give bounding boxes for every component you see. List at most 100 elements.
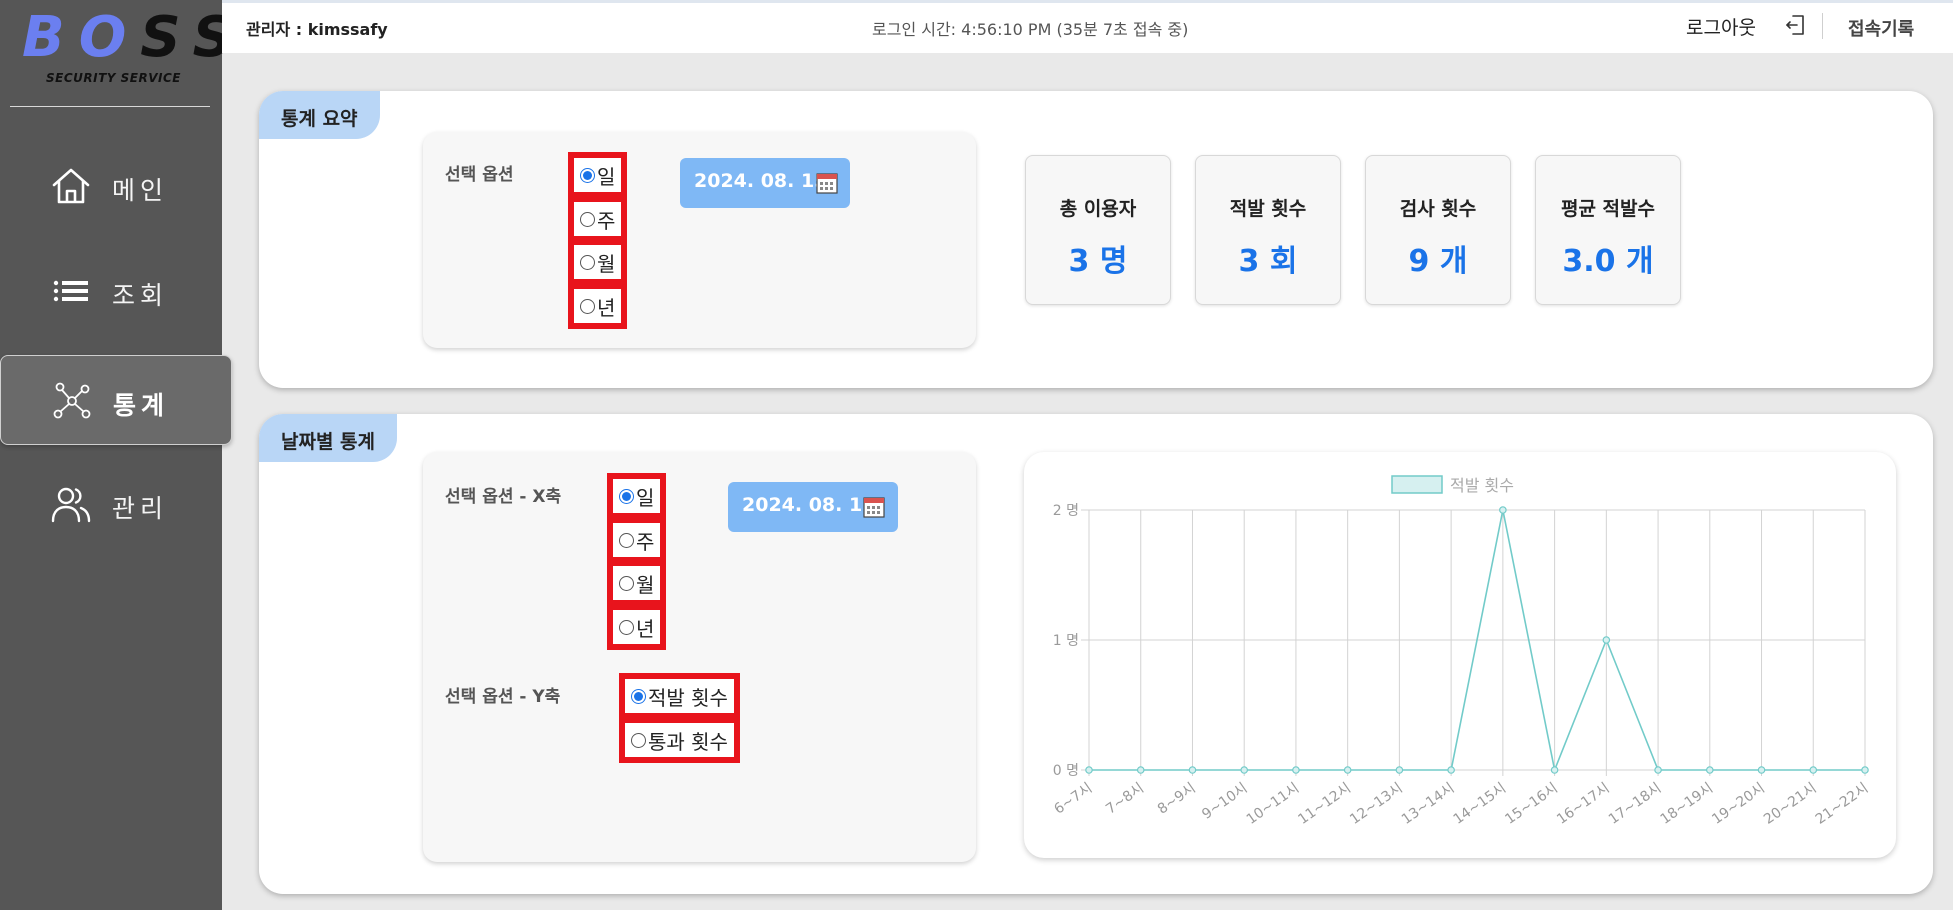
- x-tick-label: 14~15시: [1451, 780, 1510, 828]
- data-point: [1705, 766, 1714, 774]
- radio-month[interactable]: 월: [568, 239, 628, 285]
- logo-text: BOSS: [22, 5, 247, 70]
- sidebar-item-label: 통계: [113, 391, 170, 420]
- data-point: [1188, 766, 1197, 774]
- x-tick-label: 21~22시: [1813, 780, 1872, 828]
- logo[interactable]: BOSS SECURITY SERVICE: [0, 0, 233, 110]
- y-tick-label: 1 명: [1053, 633, 1079, 649]
- logo-subtitle: SECURITY SERVICE: [46, 71, 181, 85]
- x-tick-label: 11~12시: [1295, 780, 1354, 828]
- stat-total-users: 총 이용자 3 명: [1025, 155, 1171, 305]
- radio-dot: [580, 254, 595, 270]
- data-point: [1550, 766, 1559, 774]
- header-divider: [1822, 13, 1823, 39]
- stat-title: 평균 적발수: [1560, 198, 1655, 220]
- stat-value: 3.0 개: [1562, 244, 1654, 279]
- y-tick-label: 0 명: [1053, 763, 1079, 779]
- radio-dot: [631, 688, 646, 704]
- data-point: [1292, 766, 1300, 774]
- sidebar-item-label: 메인: [112, 176, 169, 205]
- radio-x-year[interactable]: 년: [607, 604, 667, 650]
- stat-average: 평균 적발수 3.0 개: [1535, 155, 1681, 305]
- list-icon: [53, 280, 88, 302]
- data-point: [1757, 766, 1766, 774]
- sidebar-item-search[interactable]: 조회: [0, 246, 222, 336]
- logout-icon[interactable]: [1784, 14, 1806, 36]
- radio-year[interactable]: 년: [568, 283, 628, 329]
- data-point: [1395, 766, 1404, 774]
- x-tick-label: 17~18시: [1606, 780, 1665, 828]
- daily-options-panel: 선택 옵션 - X축 일 주 월 년 2024. 08. 15. 선택 옵션 -…: [423, 452, 976, 862]
- data-point: [1602, 636, 1611, 644]
- radio-x-day[interactable]: 일: [607, 473, 667, 519]
- stat-title: 검사 횟수: [1399, 198, 1477, 220]
- data-point: [1343, 766, 1352, 774]
- data-point: [1447, 766, 1455, 774]
- radio-dot: [580, 298, 595, 314]
- x-tick-label: 18~19시: [1658, 780, 1717, 828]
- data-point: [1499, 506, 1507, 514]
- sidebar-item-label: 조회: [112, 281, 169, 310]
- date-value: 2024. 08. 15.: [742, 494, 883, 516]
- data-point: [1240, 766, 1249, 774]
- stat-value: 3 명: [1068, 244, 1128, 279]
- summary-options-panel: 선택 옵션 일 주 월 년 2024. 08. 15.: [423, 132, 976, 348]
- radio-week[interactable]: 주: [568, 196, 628, 242]
- stat-inspections: 검사 횟수 9 개: [1365, 155, 1511, 305]
- y-tick-label: 2 명: [1053, 503, 1079, 519]
- calendar-icon[interactable]: [863, 496, 885, 518]
- line-chart: 0 명 1 명 2 명 6~7시 7~8시 8~9시 9~10시10~11시11~12시12…: [1051, 475, 1872, 828]
- sidebar-item-stats[interactable]: 통계: [0, 355, 232, 445]
- summary-card: 통계 요약 선택 옵션 일 주 월 년 2024. 08. 15. 총 이용자 …: [259, 91, 1933, 388]
- radio-dot: [619, 575, 634, 591]
- legend-label[interactable]: 적발 횟수: [1450, 476, 1514, 495]
- sidebar-item-manage[interactable]: 관리: [0, 459, 222, 549]
- x-tick-label: 15~16시: [1502, 780, 1561, 828]
- calendar-icon[interactable]: [816, 172, 838, 194]
- login-time: 로그인 시간: 4:56:10 PM (35분 7초 접속 중): [872, 20, 1189, 39]
- sidebar-item-main[interactable]: 메인: [0, 141, 222, 231]
- date-value: 2024. 08. 15.: [694, 170, 835, 192]
- radio-x-month[interactable]: 월: [607, 560, 667, 606]
- access-log-button[interactable]: 접속기록: [1848, 15, 1914, 41]
- x-tick-label: 8~9시: [1155, 780, 1199, 817]
- radio-y-passes[interactable]: 통과 횟수: [619, 717, 740, 763]
- stat-value: 3 회: [1238, 244, 1298, 279]
- x-tick-label: 6~7시: [1051, 780, 1095, 817]
- stat-title: 총 이용자: [1059, 198, 1137, 220]
- logo-divider: [10, 106, 210, 107]
- logout-button[interactable]: 로그아웃: [1686, 13, 1756, 40]
- x-tick-label: 13~14시: [1399, 780, 1458, 828]
- stat-detections: 적발 횟수 3 회: [1195, 155, 1341, 305]
- home-icon: [52, 168, 90, 204]
- radio-x-week[interactable]: 주: [607, 517, 667, 563]
- option-label: 선택 옵션: [445, 165, 514, 185]
- daily-stats-tag: 날짜별 통계: [259, 414, 398, 462]
- top-bar: 관리자 : kimssafy 로그인 시간: 4:56:10 PM (35분 7…: [222, 0, 1953, 53]
- x-tick-label: 7~8시: [1103, 780, 1147, 817]
- admin-name: 관리자 : kimssafy: [246, 20, 388, 39]
- x-tick-label: 16~17시: [1554, 780, 1613, 828]
- radio-dot: [631, 732, 646, 748]
- x-tick-label: 12~13시: [1347, 780, 1406, 828]
- radio-dot: [619, 619, 634, 635]
- users-icon: [51, 487, 91, 523]
- data-point: [1654, 766, 1662, 774]
- radio-dot: [580, 167, 595, 183]
- y-option-label: 선택 옵션 - Y축: [445, 687, 561, 707]
- x-tick-label: 9~10시: [1199, 780, 1250, 823]
- radio-dot: [619, 532, 634, 548]
- sidebar: BOSS SECURITY SERVICE 메인 조회 통계 관리: [0, 0, 233, 910]
- data-point: [1861, 766, 1869, 774]
- x-tick-label: 19~20시: [1709, 780, 1768, 828]
- data-point: [1809, 766, 1818, 774]
- radio-day[interactable]: 일: [568, 152, 628, 198]
- summary-tag: 통계 요약: [259, 91, 380, 139]
- x-tick-label: 10~11시: [1244, 780, 1303, 828]
- stat-value: 9 개: [1408, 244, 1468, 279]
- radio-y-detections[interactable]: 적발 횟수: [619, 673, 740, 719]
- legend-swatch[interactable]: [1391, 475, 1443, 494]
- network-icon: [53, 382, 91, 419]
- x-tick-label: 20~21시: [1761, 780, 1820, 828]
- radio-dot: [619, 488, 634, 504]
